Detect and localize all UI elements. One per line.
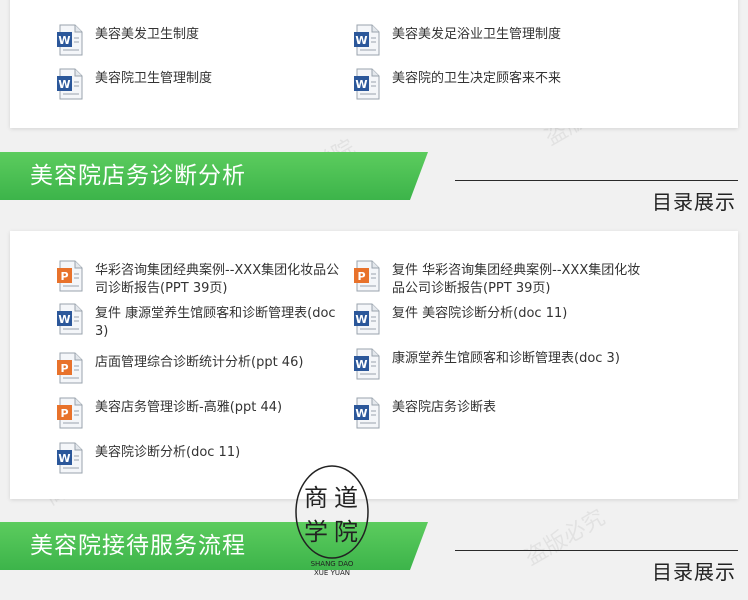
word-doc-icon: W <box>353 397 383 429</box>
svg-text:P: P <box>357 270 365 283</box>
file-item[interactable]: P 美容店务管理诊断-高雅(ppt 44) <box>56 397 346 429</box>
file-label: 美容美发卫生制度 <box>95 27 200 42</box>
file-label: 美容院的卫生决定顾客来不来 <box>392 71 562 86</box>
word-doc-icon: W <box>56 68 86 100</box>
top-file-card: W 美容美发卫生制度 W 美容美发足浴业卫生管理制度 W 美容院卫生管理制度 W… <box>10 0 738 128</box>
diagnosis-file-card: P 华彩咨询集团经典案例--XXX集团化妆品公司诊断报告(PPT 39页) P … <box>10 231 738 499</box>
word-doc-icon: W <box>353 348 383 380</box>
word-doc-icon: W <box>353 303 383 335</box>
file-label: 复件 康源堂养生馆顾客和诊断管理表(doc 3) <box>95 306 336 339</box>
svg-text:W: W <box>355 78 367 91</box>
brand-seal-logo: 商 道 学 院 SHANG DAO XUE YUAN <box>292 462 372 580</box>
ppt-file-icon: P <box>56 260 86 292</box>
word-doc-icon: W <box>56 24 86 56</box>
file-label: 康源堂养生馆顾客和诊断管理表(doc 3) <box>392 351 620 366</box>
file-label: 复件 华彩咨询集团经典案例--XXX集团化妆品公司诊断报告(PPT 39页) <box>392 263 641 296</box>
file-item[interactable]: P 店面管理综合诊断统计分析(ppt 46) <box>56 352 346 384</box>
ppt-file-icon: P <box>353 260 383 292</box>
seal-char: 道 <box>334 484 358 512</box>
svg-text:W: W <box>355 407 367 420</box>
seal-char: 商 <box>304 484 328 512</box>
svg-text:W: W <box>58 452 70 465</box>
file-label: 美容院诊断分析(doc 11) <box>95 445 241 460</box>
file-item[interactable]: P 复件 华彩咨询集团经典案例--XXX集团化妆品公司诊断报告(PPT 39页) <box>353 260 643 298</box>
svg-text:P: P <box>60 270 68 283</box>
seal-caption: XUE YUAN <box>314 569 350 577</box>
catalog-label: 目录展示 <box>652 190 736 214</box>
svg-text:P: P <box>60 407 68 420</box>
svg-text:W: W <box>355 34 367 47</box>
file-item[interactable]: W 美容院店务诊断表 <box>353 397 643 429</box>
file-item[interactable]: W 美容美发足浴业卫生管理制度 <box>353 24 643 56</box>
seal-char: 学 <box>304 518 328 546</box>
section-banner-diagnosis: 美容院店务诊断分析 <box>0 152 430 200</box>
file-label: 美容院店务诊断表 <box>392 400 497 415</box>
file-item[interactable]: P 华彩咨询集团经典案例--XXX集团化妆品公司诊断报告(PPT 39页) <box>56 260 346 298</box>
file-item[interactable]: W 美容院的卫生决定顾客来不来 <box>353 68 643 100</box>
file-item[interactable]: W 复件 康源堂养生馆顾客和诊断管理表(doc 3) <box>56 303 346 341</box>
file-label: 美容店务管理诊断-高雅(ppt 44) <box>95 400 283 415</box>
svg-text:W: W <box>355 358 367 371</box>
seal-char: 院 <box>334 518 358 546</box>
svg-text:P: P <box>60 362 68 375</box>
file-item[interactable]: W 康源堂养生馆顾客和诊断管理表(doc 3) <box>353 348 643 380</box>
file-label: 华彩咨询集团经典案例--XXX集团化妆品公司诊断报告(PPT 39页) <box>95 263 340 296</box>
seal-caption: SHANG DAO <box>311 560 354 568</box>
svg-text:W: W <box>58 34 70 47</box>
file-item[interactable]: W 复件 美容院诊断分析(doc 11) <box>353 303 643 335</box>
word-doc-icon: W <box>56 303 86 335</box>
file-label: 店面管理综合诊断统计分析(ppt 46) <box>95 355 304 370</box>
section-title: 美容院接待服务流程 <box>30 533 246 559</box>
catalog-label: 目录展示 <box>652 560 736 584</box>
word-doc-icon: W <box>353 24 383 56</box>
svg-text:W: W <box>355 313 367 326</box>
file-label: 美容院卫生管理制度 <box>95 71 213 86</box>
svg-text:W: W <box>58 78 70 91</box>
divider <box>455 180 738 181</box>
divider <box>455 550 738 551</box>
file-label: 复件 美容院诊断分析(doc 11) <box>392 306 568 321</box>
file-label: 美容美发足浴业卫生管理制度 <box>392 27 562 42</box>
word-doc-icon: W <box>56 442 86 474</box>
ppt-file-icon: P <box>56 352 86 384</box>
file-item[interactable]: W 美容美发卫生制度 <box>56 24 346 56</box>
section-title: 美容院店务诊断分析 <box>30 163 246 189</box>
watermark: 盗版必究 <box>520 505 610 571</box>
ppt-file-icon: P <box>56 397 86 429</box>
svg-text:W: W <box>58 313 70 326</box>
word-doc-icon: W <box>353 68 383 100</box>
file-item[interactable]: W 美容院卫生管理制度 <box>56 68 346 100</box>
